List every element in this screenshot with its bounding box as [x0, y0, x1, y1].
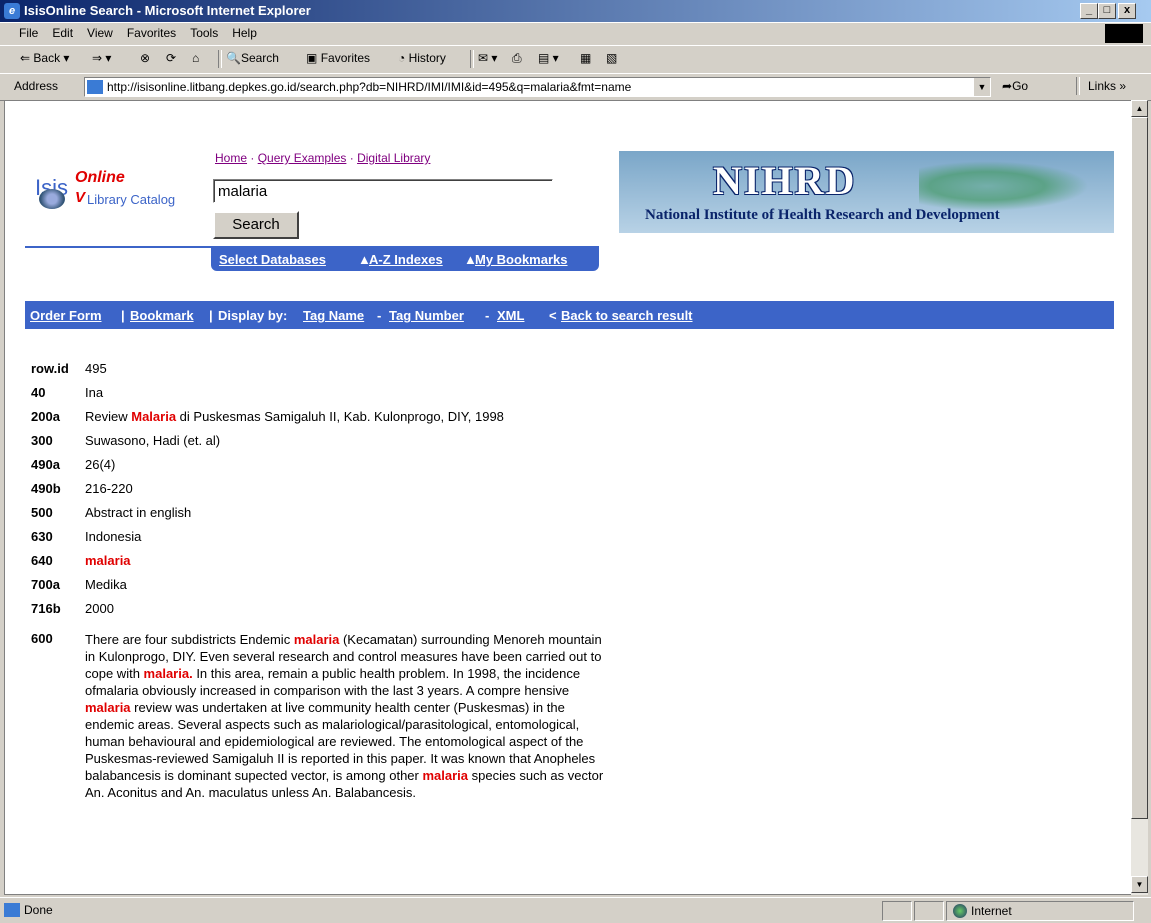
- scroll-thumb[interactable]: [1131, 117, 1148, 819]
- map-image: [919, 161, 1089, 211]
- address-label: Address: [14, 79, 59, 93]
- favorites-button[interactable]: ▣ Favorites: [306, 51, 370, 65]
- mail-button[interactable]: ✉ ▾: [478, 51, 497, 65]
- tab-az-indexes[interactable]: A-Z Indexes: [369, 252, 443, 267]
- maximize-button[interactable]: □: [1098, 3, 1116, 19]
- address-dropdown-icon[interactable]: ▼: [974, 78, 990, 96]
- edit-button[interactable]: ▤ ▾: [538, 51, 559, 65]
- messenger-icon: ▧: [606, 51, 618, 65]
- stop-icon: ⊗: [140, 51, 151, 65]
- go-arrow-icon: ➦: [1002, 79, 1013, 93]
- scroll-down-icon[interactable]: ▼: [1131, 876, 1148, 893]
- page-icon: [87, 80, 103, 94]
- history-button[interactable]: ◔ History: [398, 51, 446, 65]
- back-to-results-link[interactable]: Back to search result: [561, 308, 693, 323]
- tag-number-link[interactable]: Tag Number: [389, 308, 464, 323]
- magnifier-icon: 🔍: [226, 51, 241, 65]
- mail-icon: ✉ ▾: [478, 51, 498, 65]
- refresh-button[interactable]: ⟳: [166, 51, 176, 65]
- isisonline-logo: Isis Online V Library Catalog: [35, 169, 176, 209]
- search-input[interactable]: malaria: [213, 179, 553, 203]
- address-input[interactable]: http://isisonline.litbang.depkes.go.id/s…: [84, 77, 991, 97]
- xml-link[interactable]: XML: [497, 308, 524, 323]
- menu-view[interactable]: View: [80, 23, 120, 43]
- nav-tabs: Select Databases ▲ A-Z Indexes ▲ My Book…: [211, 247, 599, 271]
- page-viewport: Home · Query Examples · Digital Library …: [4, 100, 1133, 895]
- window-titlebar: e IsisOnline Search - Microsoft Internet…: [0, 0, 1151, 22]
- tab-my-bookmarks[interactable]: My Bookmarks: [475, 252, 567, 267]
- close-button[interactable]: x: [1118, 3, 1136, 19]
- status-bar: Done Internet: [0, 897, 1151, 923]
- address-bar: Address http://isisonline.litbang.depkes…: [0, 73, 1151, 101]
- links-button[interactable]: Links »: [1088, 79, 1126, 93]
- menu-file[interactable]: File: [12, 23, 45, 43]
- query-examples-link[interactable]: Query Examples: [258, 151, 347, 165]
- printer-icon: ⎙: [512, 51, 522, 65]
- menu-favorites[interactable]: Favorites: [120, 23, 183, 43]
- menu-edit[interactable]: Edit: [45, 23, 80, 43]
- page-done-icon: [4, 903, 20, 917]
- forward-arrow-icon: ⇒ ▾: [92, 51, 112, 65]
- home-button[interactable]: ⌂: [192, 51, 199, 65]
- discuss-icon: ▦: [580, 51, 592, 65]
- digital-library-link[interactable]: Digital Library: [357, 151, 430, 165]
- globe-icon: [39, 189, 65, 209]
- windows-logo-icon: [1105, 24, 1143, 43]
- stop-button[interactable]: ⊗: [140, 51, 150, 65]
- discuss-button[interactable]: ▦: [580, 51, 591, 65]
- v-mark-icon: V: [75, 189, 86, 206]
- home-link[interactable]: Home: [215, 151, 247, 165]
- home-icon: ⌂: [192, 51, 200, 65]
- messenger-button[interactable]: ▧: [606, 51, 617, 65]
- search-button[interactable]: Search: [213, 211, 299, 239]
- print-button[interactable]: ⎙: [512, 51, 522, 66]
- menu-tools[interactable]: Tools: [183, 23, 225, 43]
- window-title: IsisOnline Search - Microsoft Internet E…: [24, 3, 311, 18]
- menu-help[interactable]: Help: [225, 23, 264, 43]
- minimize-button[interactable]: _: [1080, 3, 1098, 19]
- favorites-folder-icon: ▣: [306, 51, 318, 65]
- history-icon: ◔: [398, 51, 406, 65]
- scroll-up-icon[interactable]: ▲: [1131, 100, 1148, 117]
- edit-icon: ▤ ▾: [538, 51, 559, 65]
- go-button[interactable]: ➦Go: [1002, 79, 1028, 93]
- refresh-icon: ⟳: [166, 51, 177, 65]
- ie-icon: e: [4, 3, 20, 19]
- field-600-abstract: There are four subdistricts Endemic mala…: [85, 632, 604, 800]
- toolbar: ⇐ Back ▾ ⇒ ▾ ⊗ ⟳ ⌂ 🔍Search ▣ Favorites ◔…: [0, 45, 1151, 74]
- back-button[interactable]: ⇐ Back ▾: [20, 51, 69, 65]
- tag-name-link[interactable]: Tag Name: [303, 308, 364, 323]
- back-arrow-icon: ⇐: [20, 51, 31, 65]
- tab-select-databases[interactable]: Select Databases: [219, 252, 326, 267]
- zone-pane: Internet: [946, 901, 1134, 921]
- internet-globe-icon: [953, 904, 967, 918]
- forward-button[interactable]: ⇒ ▾: [92, 51, 111, 65]
- search-toolbar-button[interactable]: 🔍Search: [226, 51, 279, 65]
- order-form-link[interactable]: Order Form: [30, 308, 102, 323]
- top-links: Home · Query Examples · Digital Library: [215, 151, 431, 165]
- status-text: Done: [24, 903, 53, 917]
- display-by-label: Display by:: [218, 308, 288, 323]
- vertical-scrollbar[interactable]: ▲ ▼: [1131, 100, 1148, 895]
- nihrd-banner: NIHRD National Institute of Health Resea…: [619, 151, 1114, 233]
- bookmark-link[interactable]: Bookmark: [130, 308, 194, 323]
- record-navbar: Order Form | Bookmark | Display by: Tag …: [25, 301, 1114, 329]
- menu-bar: File Edit View Favorites Tools Help: [0, 22, 1151, 46]
